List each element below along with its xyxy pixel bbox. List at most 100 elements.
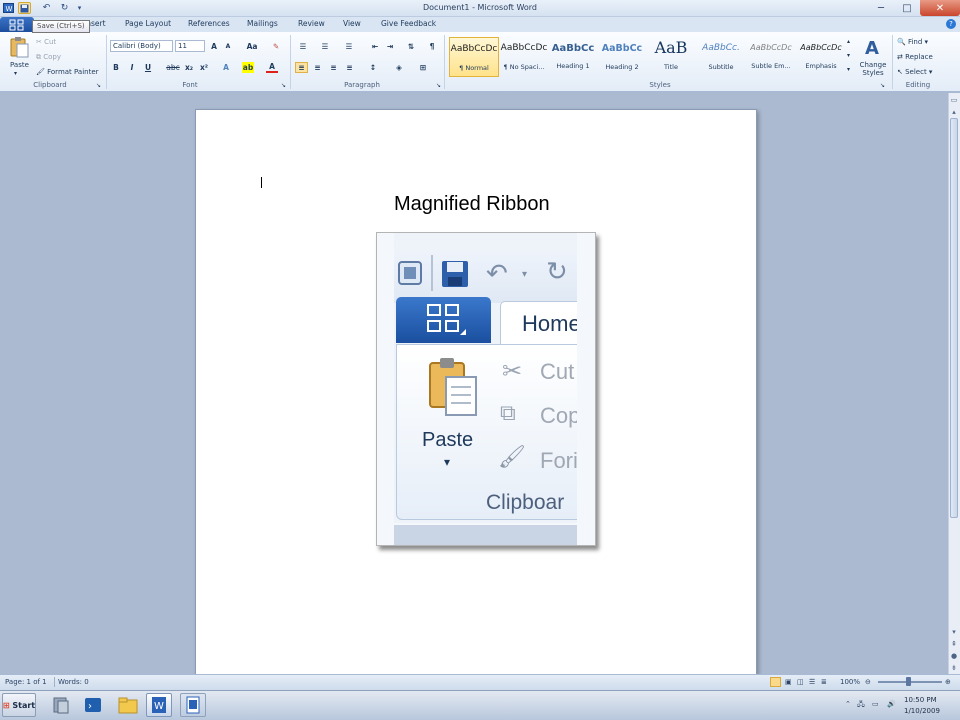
style-subtitle[interactable]: AaBbCc. Subtitle: [696, 37, 746, 77]
explorer-folder-icon[interactable]: [115, 693, 141, 717]
change-case-icon[interactable]: Aa: [244, 41, 260, 52]
italic-icon[interactable]: I: [127, 62, 137, 73]
underline-icon[interactable]: U: [143, 62, 153, 73]
style-heading-2[interactable]: AaBbCc Heading 2: [597, 37, 647, 77]
file-tab[interactable]: [0, 17, 34, 32]
clear-formatting-icon[interactable]: ✎: [270, 41, 282, 52]
increase-indent-icon[interactable]: ⇥: [384, 41, 396, 52]
clock-time[interactable]: 10:50 PM: [904, 696, 937, 704]
previous-page-icon[interactable]: ⇞: [949, 638, 959, 649]
tab-review[interactable]: Review: [298, 19, 325, 28]
bullets-icon[interactable]: ☰: [296, 41, 310, 52]
start-button[interactable]: ⊞ Start: [2, 693, 36, 717]
help-icon[interactable]: ?: [946, 19, 956, 29]
line-spacing-icon[interactable]: ↕: [366, 62, 380, 73]
server-manager-icon[interactable]: [48, 693, 74, 717]
zoom-slider-thumb[interactable]: [906, 677, 911, 686]
clock-date[interactable]: 1/10/2009: [904, 707, 940, 715]
zoom-in-icon[interactable]: ⊕: [945, 678, 951, 686]
align-right-icon[interactable]: ≡: [327, 62, 340, 73]
paste-button[interactable]: Paste: [10, 61, 29, 69]
tab-mailings[interactable]: Mailings: [247, 19, 278, 28]
redo-icon[interactable]: ↻: [58, 2, 71, 14]
find-button[interactable]: 🔍 Find ▾: [897, 38, 928, 46]
font-size-combo[interactable]: 11: [175, 40, 205, 52]
tab-page-layout[interactable]: Page Layout: [125, 19, 171, 28]
superscript-icon[interactable]: x²: [199, 62, 209, 73]
change-styles-icon[interactable]: A: [862, 38, 882, 59]
page-count[interactable]: Page: 1 of 1: [5, 678, 47, 686]
cut-button[interactable]: ✂ Cut: [36, 38, 56, 46]
multilevel-list-icon[interactable]: ☰: [342, 41, 356, 52]
replace-button[interactable]: ⇄ Replace: [897, 53, 933, 61]
styles-launcher-icon[interactable]: ↘: [880, 82, 885, 89]
bold-icon[interactable]: B: [111, 62, 121, 73]
draft-view-icon[interactable]: ≣: [821, 678, 827, 686]
web-layout-view-icon[interactable]: ◫: [797, 678, 804, 686]
highlight-icon[interactable]: ab: [242, 62, 254, 73]
tab-references[interactable]: References: [188, 19, 230, 28]
select-browse-object-icon[interactable]: ●: [949, 650, 959, 661]
zoom-level[interactable]: 100%: [840, 678, 860, 686]
print-layout-view-icon[interactable]: [770, 677, 781, 687]
numbering-icon[interactable]: ☰: [318, 41, 332, 52]
copy-button[interactable]: ⧉ Copy: [36, 53, 61, 62]
word-app-icon[interactable]: W: [2, 2, 15, 14]
save-icon[interactable]: [18, 2, 31, 14]
paragraph-launcher-icon[interactable]: ↘: [436, 82, 441, 89]
styles-scroll-up-icon[interactable]: ▴: [847, 38, 850, 45]
full-screen-view-icon[interactable]: ▣: [785, 678, 792, 686]
tray-network-icon[interactable]: 🖧: [857, 700, 865, 711]
tray-volume-icon[interactable]: 🔊: [887, 700, 896, 708]
justify-icon[interactable]: ≡: [343, 62, 356, 73]
paste-dropdown-icon[interactable]: ▾: [14, 70, 17, 77]
scroll-up-icon[interactable]: ▴: [949, 106, 959, 117]
text-effects-icon[interactable]: A: [220, 62, 232, 73]
format-painter-button[interactable]: 🖌 Format Painter: [36, 68, 99, 76]
powershell-icon[interactable]: ›: [80, 693, 106, 717]
align-left-icon[interactable]: ≡: [295, 62, 308, 73]
undo-icon[interactable]: ↶: [40, 2, 53, 14]
close-icon[interactable]: ✕: [920, 0, 960, 16]
styles-scroll-down-icon[interactable]: ▾: [847, 52, 850, 59]
minimize-icon[interactable]: ─: [868, 0, 894, 16]
tab-view[interactable]: View: [343, 19, 361, 28]
subscript-icon[interactable]: x₂: [184, 62, 194, 73]
word-taskbar-icon[interactable]: W: [146, 693, 172, 717]
show-marks-icon[interactable]: ¶: [427, 41, 437, 52]
font-color-icon[interactable]: A: [266, 62, 278, 73]
style-normal[interactable]: AaBbCcDc ¶ Normal: [449, 37, 499, 77]
style-no-spacing[interactable]: AaBbCcDc ¶ No Spaci...: [499, 37, 549, 77]
style-emphasis[interactable]: AaBbCcDc Emphasis: [796, 37, 846, 77]
zoom-out-icon[interactable]: ⊖: [865, 678, 871, 686]
scrollbar-thumb[interactable]: [950, 118, 958, 518]
decrease-indent-icon[interactable]: ⇤: [369, 41, 381, 52]
scroll-down-icon[interactable]: ▾: [949, 626, 959, 637]
change-styles-button[interactable]: Change Styles: [858, 61, 888, 77]
shading-icon[interactable]: ◈: [392, 62, 406, 73]
styles-more-icon[interactable]: ▾: [847, 66, 850, 73]
maximize-icon[interactable]: □: [894, 0, 920, 16]
borders-icon[interactable]: ⊞: [416, 62, 430, 73]
ruler-toggle-icon[interactable]: ▭: [949, 94, 959, 105]
paste-icon[interactable]: [8, 36, 30, 58]
style-heading-1[interactable]: AaBbCc Heading 1: [548, 37, 598, 77]
align-center-icon[interactable]: ≡: [311, 62, 324, 73]
shrink-font-icon[interactable]: A: [222, 41, 234, 52]
show-hidden-icons[interactable]: ⌃: [845, 700, 851, 708]
style-subtle-emphasis[interactable]: AaBbCcDc Subtle Em...: [746, 37, 796, 77]
style-title[interactable]: AaB Title: [646, 37, 696, 77]
word-document-icon[interactable]: [180, 693, 206, 717]
sort-icon[interactable]: ⇅: [405, 41, 417, 52]
tray-monitor-icon[interactable]: ▭: [872, 700, 879, 708]
font-name-combo[interactable]: Calibri (Body): [110, 40, 173, 52]
tab-give-feedback[interactable]: Give Feedback: [381, 19, 436, 28]
customize-qat-icon[interactable]: ▾: [73, 2, 86, 14]
clipboard-launcher-icon[interactable]: ↘: [96, 82, 101, 89]
font-launcher-icon[interactable]: ↘: [281, 82, 286, 89]
grow-font-icon[interactable]: A: [208, 41, 220, 52]
outline-view-icon[interactable]: ☰: [809, 678, 815, 686]
word-count[interactable]: Words: 0: [58, 678, 89, 686]
strikethrough-icon[interactable]: abc: [166, 62, 180, 73]
select-button[interactable]: ↖ Select ▾: [897, 68, 932, 76]
